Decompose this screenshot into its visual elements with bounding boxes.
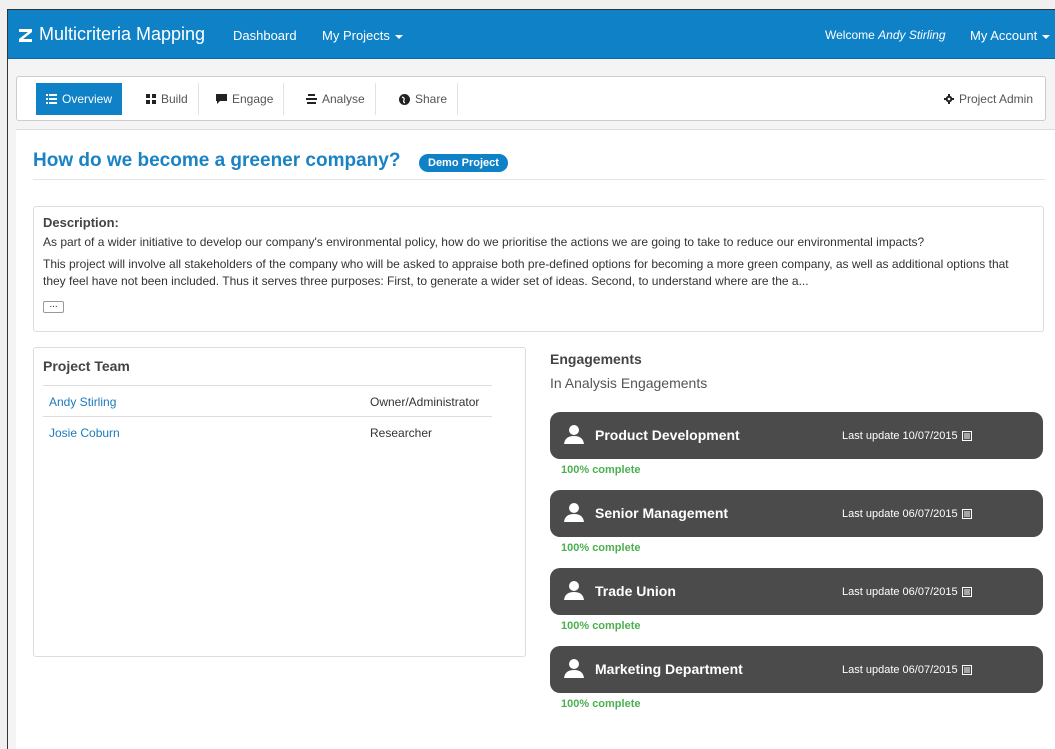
project-team-panel: Project Team Andy Stirling Owner/Adminis… [33, 347, 526, 657]
description-paragraph-2: This project will involve all stakeholde… [43, 257, 1009, 288]
engagement-card[interactable]: Product Development Last update 10/07/20… [550, 412, 1043, 459]
grid-icon [146, 94, 156, 104]
engagement-last-update-text: Last update 06/07/2015 [842, 586, 958, 598]
caret-down-icon [1042, 34, 1051, 39]
engagement-name: Trade Union [595, 583, 676, 599]
tab-overview-label: Overview [62, 92, 113, 106]
welcome-prefix: Welcome [825, 28, 875, 42]
caret-down-icon [394, 34, 403, 39]
tab-share-label: Share [415, 92, 448, 106]
engagement-card[interactable]: Marketing Department Last update 06/07/2… [550, 646, 1043, 693]
engagement-card[interactable]: Trade Union Last update 06/07/2015 [550, 568, 1043, 615]
engagement-progress: 100% complete [561, 620, 641, 632]
engagement-last-update-text: Last update 10/07/2015 [842, 430, 958, 442]
engagement-last-update: Last update 06/07/2015 [842, 508, 972, 520]
engagement-progress: 100% complete [561, 698, 641, 710]
brand-link[interactable]: Multicriteria Mapping [18, 24, 205, 45]
tab-build[interactable]: Build [136, 83, 199, 115]
welcome-user: Andy Stirling [878, 28, 946, 42]
team-member-link[interactable]: Josie Coburn [49, 426, 120, 440]
comment-icon [216, 94, 227, 104]
description-panel: Description: As part of a wider initiati… [33, 206, 1044, 332]
project-admin-label: Project Admin [958, 92, 1033, 106]
engagement-last-update: Last update 10/07/2015 [842, 430, 972, 442]
document-icon [961, 665, 972, 675]
engagement-progress: 100% complete [561, 464, 641, 476]
project-tab-bar: Overview Build Engage Analyse Share Proj… [16, 76, 1046, 121]
engagements-heading: Engagements [550, 351, 642, 367]
tab-overview[interactable]: Overview [36, 83, 123, 115]
project-admin-link[interactable]: Project Admin [943, 83, 1033, 115]
document-icon [961, 587, 972, 597]
team-member-role: Researcher [370, 426, 433, 440]
brand-name: Multicriteria Mapping [39, 24, 206, 44]
document-icon [961, 509, 972, 519]
align-icon [306, 94, 317, 104]
tab-analyse-label: Analyse [322, 92, 365, 106]
description-paragraph-1: As part of a wider initiative to develop… [43, 235, 925, 249]
tab-engage-label: Engage [232, 92, 274, 106]
tab-share[interactable]: Share [389, 83, 459, 115]
engagement-card[interactable]: Senior Management Last update 06/07/2015 [550, 490, 1043, 537]
top-navbar: Multicriteria Mapping Dashboard My Proje… [8, 10, 1055, 59]
nav-my-account[interactable]: My Account [970, 28, 1051, 43]
nav-dashboard[interactable]: Dashboard [233, 28, 297, 43]
project-team-heading: Project Team [43, 358, 130, 374]
globe-icon [399, 93, 410, 105]
logo-icon [18, 27, 33, 42]
team-member-link[interactable]: Andy Stirling [49, 395, 116, 409]
engagement-name: Marketing Department [595, 661, 743, 677]
user-icon [564, 425, 584, 444]
title-row: How do we become a greener company? Demo… [33, 150, 1045, 180]
description-heading: Description: [43, 215, 119, 230]
team-table: Andy Stirling Owner/Administrator Josie … [43, 385, 492, 447]
engagements-subheading: In Analysis Engagements [550, 375, 708, 391]
nav-my-projects-label: My Projects [322, 28, 390, 43]
user-icon [564, 503, 584, 522]
engagement-name: Senior Management [595, 505, 729, 521]
show-more-button[interactable]: ... [43, 300, 64, 313]
engagement-last-update-text: Last update 06/07/2015 [842, 664, 958, 676]
main-content: How do we become a greener company? Demo… [16, 129, 1055, 749]
page-title: How do we become a greener company? [33, 150, 401, 171]
user-icon [564, 581, 584, 600]
list-icon [46, 94, 57, 104]
table-row: Josie Coburn Researcher [43, 416, 492, 447]
engagement-name: Product Development [595, 427, 740, 443]
engagement-last-update-text: Last update 06/07/2015 [842, 508, 958, 520]
tab-engage[interactable]: Engage [206, 83, 285, 115]
document-icon [961, 431, 972, 441]
welcome-text: Welcome Andy Stirling [825, 28, 946, 42]
team-member-role: Owner/Administrator [370, 395, 480, 409]
app-window: Multicriteria Mapping Dashboard My Proje… [7, 9, 1055, 749]
engagement-last-update: Last update 06/07/2015 [842, 586, 972, 598]
engagement-last-update: Last update 06/07/2015 [842, 664, 972, 676]
nav-my-projects[interactable]: My Projects [322, 28, 403, 43]
nav-my-account-label: My Account [970, 28, 1038, 43]
gear-icon [943, 94, 954, 104]
user-icon [564, 659, 584, 678]
table-row: Andy Stirling Owner/Administrator [43, 385, 492, 416]
demo-project-badge: Demo Project [419, 154, 508, 172]
engagement-progress: 100% complete [561, 542, 641, 554]
tab-analyse[interactable]: Analyse [296, 83, 376, 115]
tab-build-label: Build [161, 92, 188, 106]
